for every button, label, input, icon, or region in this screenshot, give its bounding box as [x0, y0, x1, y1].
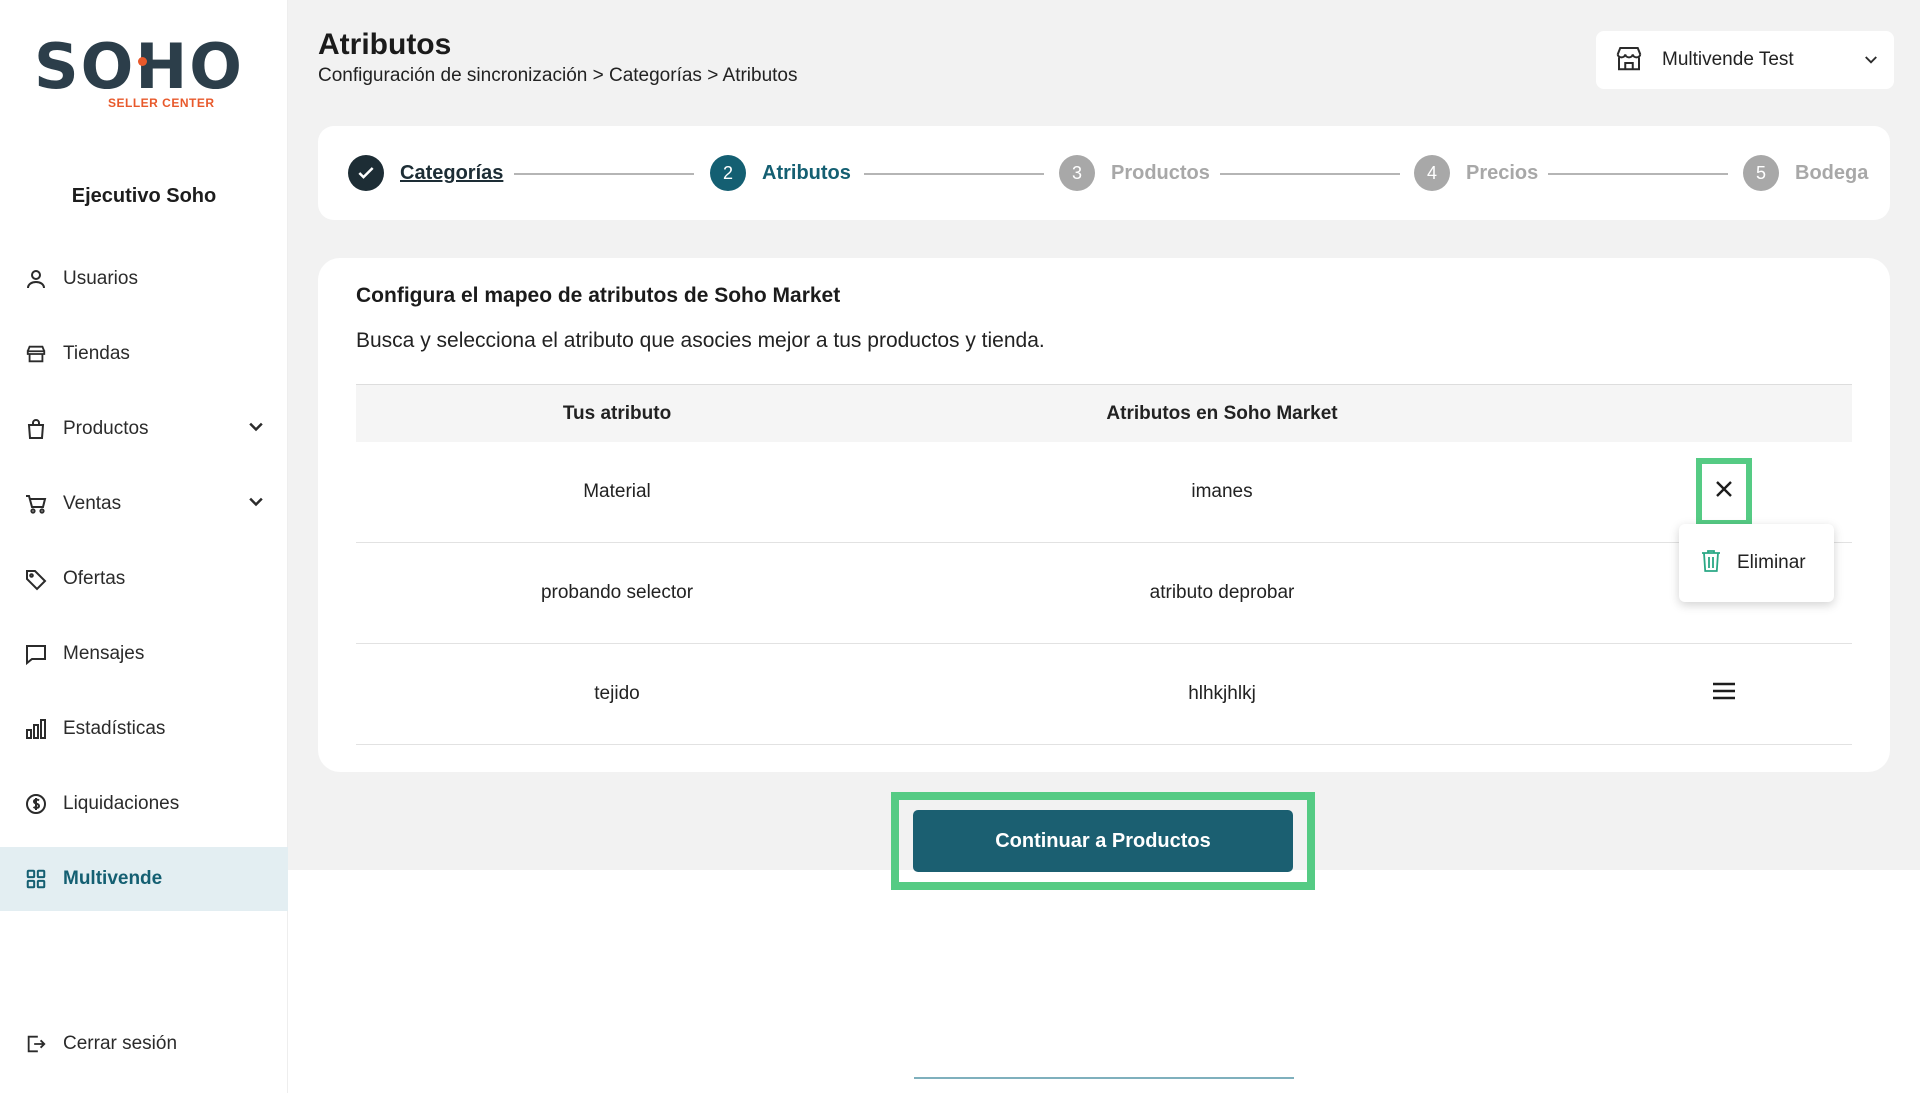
chart-icon	[24, 717, 48, 741]
step-number: 3	[1059, 155, 1095, 191]
own-attribute: probando selector	[540, 582, 694, 603]
chevron-down-icon[interactable]	[246, 492, 266, 518]
store-selector[interactable]: Multivende Test	[1596, 31, 1894, 89]
own-attribute: tejido	[594, 683, 640, 704]
hamburger-icon	[1711, 681, 1737, 707]
sidebar-item-ofertas[interactable]: Ofertas	[0, 547, 288, 611]
step-number: 5	[1743, 155, 1779, 191]
logo-dot	[138, 57, 147, 66]
soho-attribute: imanes	[1191, 481, 1253, 502]
own-attribute: Material	[583, 481, 651, 502]
logo-subtitle: SELLER CENTER	[108, 96, 215, 110]
user-name: Ejecutivo Soho	[71, 185, 217, 207]
step-label: Bodega	[1795, 161, 1869, 184]
sidebar-item-label: Usuarios	[63, 268, 138, 289]
sidebar-item-label: Ventas	[63, 493, 122, 514]
sidebar-item-label: Ofertas	[63, 568, 126, 589]
row-menu-button[interactable]	[1704, 674, 1744, 714]
breadcrumb: Configuración de sincronización > Catego…	[318, 65, 798, 86]
sidebar-item-productos[interactable]: Productos	[0, 397, 288, 461]
sidebar-item-label: Mensajes	[63, 643, 145, 664]
attribute-mapping-card: Configura el mapeo de atributos de Soho …	[318, 258, 1890, 772]
delete-label: Eliminar	[1737, 552, 1806, 573]
table-row: tejido hlhkjhlkj	[356, 644, 1852, 745]
store-icon	[24, 342, 48, 366]
soho-attribute: atributo deprobar	[1149, 582, 1295, 603]
table-header: Tus atributo Atributos en Soho Market	[356, 384, 1852, 442]
sidebar-item-mensajes[interactable]: Mensajes	[0, 622, 288, 686]
sidebar-item-label: Productos	[63, 418, 149, 439]
dollar-icon	[24, 792, 48, 816]
logout-label: Cerrar sesión	[63, 1033, 178, 1054]
step-label: Precios	[1466, 161, 1539, 184]
progress-stepper: Categorías 2 Atributos 3 Productos 4 Pre…	[318, 126, 1890, 220]
chevron-down-icon[interactable]	[246, 417, 266, 443]
logout-button[interactable]: Cerrar sesión	[0, 1012, 288, 1076]
bag-icon	[24, 417, 48, 441]
step-number: 4	[1414, 155, 1450, 191]
chevron-down-icon	[1862, 51, 1880, 74]
step-connector	[1220, 173, 1400, 175]
attributes-table: Tus atributo Atributos en Soho Market Ma…	[356, 384, 1852, 745]
soho-logo[interactable]: SOHO SELLER CENTER	[34, 30, 244, 116]
column-header-own: Tus atributo	[562, 402, 672, 424]
step-atributos: 2 Atributos	[710, 155, 851, 191]
step-productos: 3 Productos	[1059, 155, 1210, 191]
step-bodega: 5 Bodega	[1743, 155, 1868, 191]
step-precios: 4 Precios	[1414, 155, 1538, 191]
sidebar-item-label: Estadísticas	[63, 718, 166, 739]
page-title: Atributos	[318, 28, 452, 61]
column-header-soho: Atributos en Soho Market	[1106, 402, 1338, 424]
cta-highlight: Continuar a Productos	[891, 792, 1315, 890]
sidebar-item-estadisticas[interactable]: Estadísticas	[0, 697, 288, 761]
step-label: Atributos	[762, 161, 851, 184]
user-icon	[24, 267, 48, 291]
sidebar-item-label: Tiendas	[63, 343, 130, 364]
step-label: Productos	[1111, 161, 1210, 184]
table-row: probando selector atributo deprobar	[356, 543, 1852, 644]
card-title: Configura el mapeo de atributos de Soho …	[356, 284, 841, 307]
sidebar-item-usuarios[interactable]: Usuarios	[0, 247, 288, 311]
sidebar-item-label: Liquidaciones	[63, 793, 180, 814]
step-categorias[interactable]: Categorías	[348, 155, 503, 191]
logout-icon	[24, 1032, 48, 1056]
close-menu-button[interactable]	[1696, 458, 1752, 526]
grid-icon	[24, 867, 48, 891]
store-icon	[1614, 43, 1644, 78]
sidebar: SOHO SELLER CENTER Ejecutivo Soho Usuari…	[0, 0, 288, 1093]
soho-attribute: hlhkjhlkj	[1188, 683, 1256, 704]
store-selector-label: Multivende Test	[1662, 49, 1794, 70]
step-label: Categorías	[400, 161, 504, 184]
logo-text: SOHO	[34, 30, 244, 103]
sidebar-item-label: Multivende	[63, 868, 163, 889]
sidebar-item-multivende[interactable]: Multivende	[0, 847, 288, 911]
delete-menu-item[interactable]: Eliminar	[1679, 524, 1834, 602]
step-connector	[1548, 173, 1728, 175]
check-icon	[348, 155, 384, 191]
trash-icon	[1699, 548, 1723, 579]
card-description: Busca y selecciona el atributo que asoci…	[356, 329, 1045, 352]
chat-icon	[24, 642, 48, 666]
cart-icon	[24, 492, 48, 516]
table-row: Material imanes	[356, 442, 1852, 543]
step-number: 2	[710, 155, 746, 191]
row-actions	[1696, 644, 1752, 744]
divider	[914, 1077, 1294, 1079]
close-icon	[1712, 477, 1736, 507]
sidebar-item-liquidaciones[interactable]: Liquidaciones	[0, 772, 288, 836]
step-connector	[514, 173, 694, 175]
tag-icon	[24, 567, 48, 591]
sidebar-item-tiendas[interactable]: Tiendas	[0, 322, 288, 386]
step-connector	[864, 173, 1044, 175]
sidebar-item-ventas[interactable]: Ventas	[0, 472, 288, 536]
continue-button[interactable]: Continuar a Productos	[913, 810, 1293, 872]
